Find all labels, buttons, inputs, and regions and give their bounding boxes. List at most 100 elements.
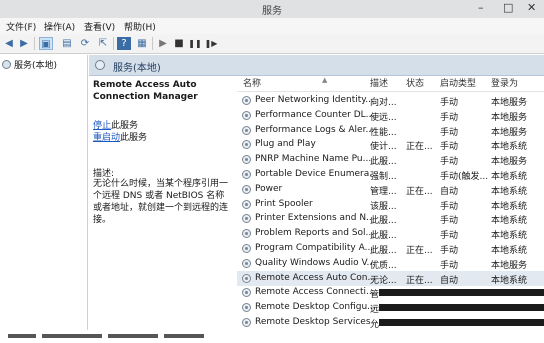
table-row[interactable]: Program Compatibility A... 此服... 正在... 手动 本地… [237,241,544,256]
table-row[interactable]: Performance Logs & Aler... 性能... 手动 本地服务 [237,123,544,138]
service-logon-cell: 本地系统 [491,231,528,242]
service-gear-icon [242,318,251,327]
service-gear-icon [242,303,251,313]
service-name-cell: Portable Device Enumera... [255,169,378,179]
service-name-cell: Quality Windows Audio V... [255,257,376,268]
service-gear-icon [242,258,251,268]
service-logon-cell: 本地系统 [491,201,528,212]
service-startup-type-cell: 手动 [440,112,459,123]
service-description-cell: 无论... [370,275,397,286]
minimize-icon[interactable]: – [478,1,484,14]
services-list: ▲ 名称 描述 状态 启动类型 登录为 Peer Networking Iden… [237,76,544,343]
gear-icon [2,60,11,69]
column-header-status[interactable]: 状态 [406,76,424,91]
title-bar: 服务 – □ ✕ [0,0,544,18]
table-row[interactable]: Portable Device Enumera... 强制... 手动(触发... 本… [237,167,544,182]
service-logon-cell: 本地系统 [491,172,528,182]
service-name-cell: Print Spooler [255,198,313,209]
service-logon-cell: 本地系统 [491,216,528,227]
service-logon-cell: 本地服务 [491,127,528,138]
service-logon-cell: 本地服务 [491,112,528,123]
service-description-cell: 性能... [370,127,397,138]
menu-file[interactable]: 文件(F) [6,20,36,33]
service-logon-cell: 本地系统 [491,186,528,197]
table-row[interactable]: Problem Reports and Sol... 此服... 手动 本地系统 [237,226,544,241]
column-header-startup-type[interactable]: 启动类型 [440,76,476,91]
service-startup-type-cell: 手动 [440,157,459,168]
column-header-description[interactable]: 描述 [370,76,388,91]
status-text-illegible [8,331,278,341]
table-row[interactable]: Performance Counter DL... 使远... 手动 本地服务 [237,108,544,123]
back-icon[interactable]: ◀ [2,37,16,50]
service-gear-icon [242,125,251,135]
column-header-name[interactable]: 名称 [243,76,261,91]
menu-view[interactable]: 查看(V) [84,20,115,33]
start-service-icon[interactable]: ▶ [156,37,170,50]
help-icon[interactable]: ? [117,37,131,50]
table-row[interactable]: Remote Access Connecti... 管 [237,285,544,300]
service-description-cell: 此服... [370,216,397,227]
close-icon[interactable]: ✕ [527,1,536,14]
window-title: 服务 [262,6,282,17]
tree-item-services-local[interactable]: 服务(本地) [2,58,57,71]
stop-service-icon[interactable]: ■ [172,37,186,50]
table-row[interactable]: Remote Access Auto Con... 无论... 正在... 自动 本地系… [237,270,544,286]
service-description-cell: 向对... [370,98,397,108]
toolbar: ◀ ▶ ▣ ▤ ⟳ ⇱ ? ▦ ▶ ■ ❚❚ ❚▶ [0,34,544,54]
table-row[interactable]: Quality Windows Audio V... 优质... 手动 本地服务 [237,256,544,271]
table-row[interactable]: Plug and Play 使计... 正在... 手动 本地系统 [237,137,544,152]
menu-help[interactable]: 帮助(H) [124,20,156,33]
show-tree-icon[interactable]: ▣ [39,37,53,50]
service-description-cell: 使计... [370,142,397,153]
redaction-bar [379,319,544,326]
status-bar [0,330,544,343]
toolbar-separator [152,37,153,50]
service-name-cell: Power [255,183,283,194]
service-name-cell: Program Compatibility A... [255,243,374,253]
service-logon-cell: 本地服务 [491,260,528,271]
properties-icon[interactable]: ▤ [60,37,74,50]
table-row[interactable]: Printer Extensions and N... 此服... 手动 本地系统 [237,211,544,226]
pause-service-icon[interactable]: ❚❚ [188,37,202,50]
service-startup-type-cell: 自动 [440,186,459,197]
table-row[interactable]: Power 管理... 正在... 自动 本地系统 [237,182,544,197]
restart-service-icon[interactable]: ❚▶ [204,37,218,50]
service-startup-type-cell: 手动 [440,216,459,227]
service-gear-icon [242,155,251,165]
menu-bar: 文件(F) 操作(A) 查看(V) 帮助(H) [0,18,544,34]
description-panel: Remote Access Auto Connection Manager 停止… [93,79,235,343]
menu-action[interactable]: 操作(A) [44,20,75,33]
service-description-cell: 该服... [370,201,397,212]
service-name-cell: Problem Reports and Sol... [255,228,375,239]
view-icon[interactable]: ▦ [135,37,149,50]
service-description-cell: 使远... [370,112,397,123]
pane-header: 服务(本地) [89,55,544,76]
export-list-icon[interactable]: ⇱ [96,37,110,50]
redaction-bar [379,289,544,297]
table-row[interactable]: Remote Desktop Services 允 [237,315,544,330]
restart-service-link[interactable]: 重启动 [93,130,120,143]
service-startup-type-cell: 自动 [440,275,459,286]
service-description-cell: 此服... [370,157,397,168]
service-name-cell: Performance Counter DL... [255,109,375,120]
table-row[interactable]: PNRP Machine Name Pu... 此服... 手动 本地服务 [237,152,544,167]
service-name-cell: Remote Access Auto Con... [255,272,377,283]
table-row[interactable]: Print Spooler 该服... 手动 本地系统 [237,197,544,212]
service-name-cell: Remote Desktop Services [255,317,371,327]
forward-icon[interactable]: ▶ [17,37,31,50]
refresh-icon[interactable]: ⟳ [78,37,92,50]
table-row[interactable]: Peer Networking Identity... 向对... 手动 本地服务 [237,93,544,108]
service-name-cell: Printer Extensions and N... [255,213,375,224]
column-header-logon-as[interactable]: 登录为 [491,76,518,91]
table-row[interactable]: Remote Desktop Configu... 远 [237,300,544,315]
service-gear-icon [242,288,251,298]
pane-title: 服务(本地) [113,63,161,74]
service-description-cell: 此服... [370,246,397,256]
maximize-icon[interactable]: □ [503,1,513,14]
selected-service-name: Remote Access Auto Connection Manager [93,80,198,102]
service-startup-type-cell: 手动(触发... [440,172,489,182]
service-logon-cell: 本地系统 [491,142,528,153]
service-gear-icon [242,214,251,224]
service-gear-icon [242,244,251,253]
service-name-cell: Remote Desktop Configu... [255,302,376,313]
